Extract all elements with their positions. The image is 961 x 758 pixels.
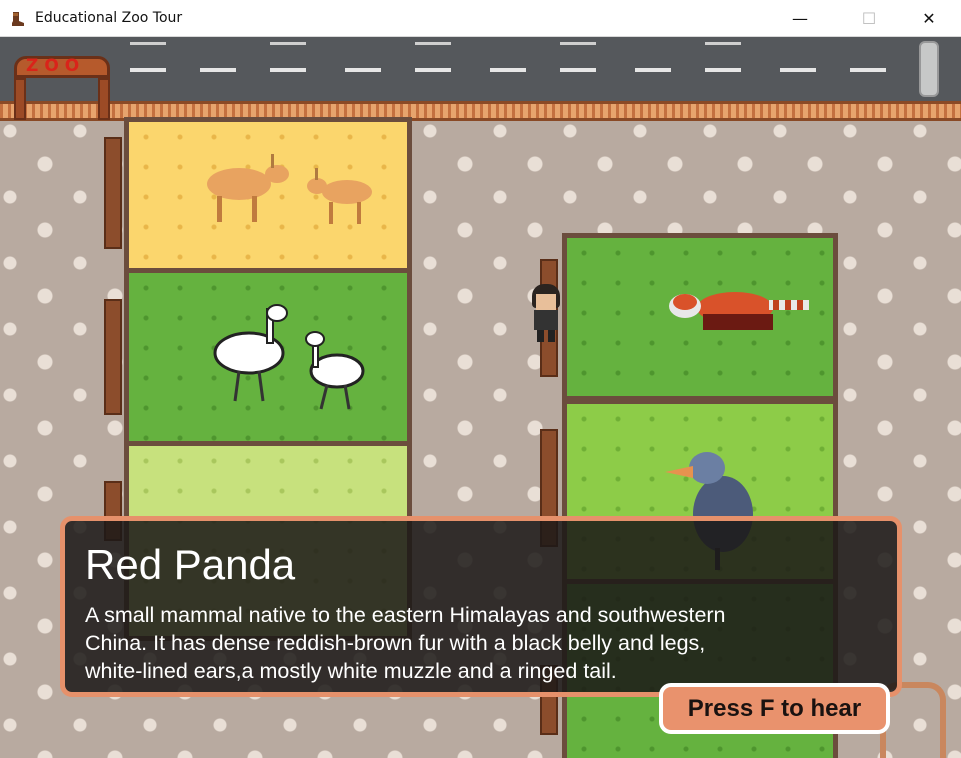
enclosure-red-panda xyxy=(562,233,838,401)
saiga-icon xyxy=(207,154,372,224)
player-character[interactable] xyxy=(529,284,563,342)
minimize-button[interactable]: — xyxy=(777,0,823,36)
boot-icon xyxy=(12,12,24,26)
animal-info-dialog: Red Panda A small mammal native to the e… xyxy=(60,516,902,697)
animal-name: Red Panda xyxy=(85,541,296,588)
animal-description: A small mammal native to the eastern Him… xyxy=(85,603,726,683)
window-titlebar: Educational Zoo Tour — ☐ ✕ xyxy=(0,0,961,37)
close-button[interactable]: ✕ xyxy=(906,0,952,36)
info-sign[interactable] xyxy=(104,137,122,249)
road xyxy=(0,37,961,101)
hear-button[interactable]: Press F to hear xyxy=(659,683,890,734)
maximize-button[interactable]: ☐ xyxy=(846,0,892,36)
red-panda-icon xyxy=(669,292,809,330)
npc-ghost xyxy=(919,41,939,97)
info-sign[interactable] xyxy=(104,299,122,415)
zoo-sign: ZOO xyxy=(26,56,86,76)
enclosure-saiga xyxy=(124,117,412,273)
window-title: Educational Zoo Tour xyxy=(35,10,183,26)
zoo-gate: ZOO xyxy=(14,50,110,120)
enclosure-emu xyxy=(124,268,412,446)
emu-icon xyxy=(213,304,365,410)
